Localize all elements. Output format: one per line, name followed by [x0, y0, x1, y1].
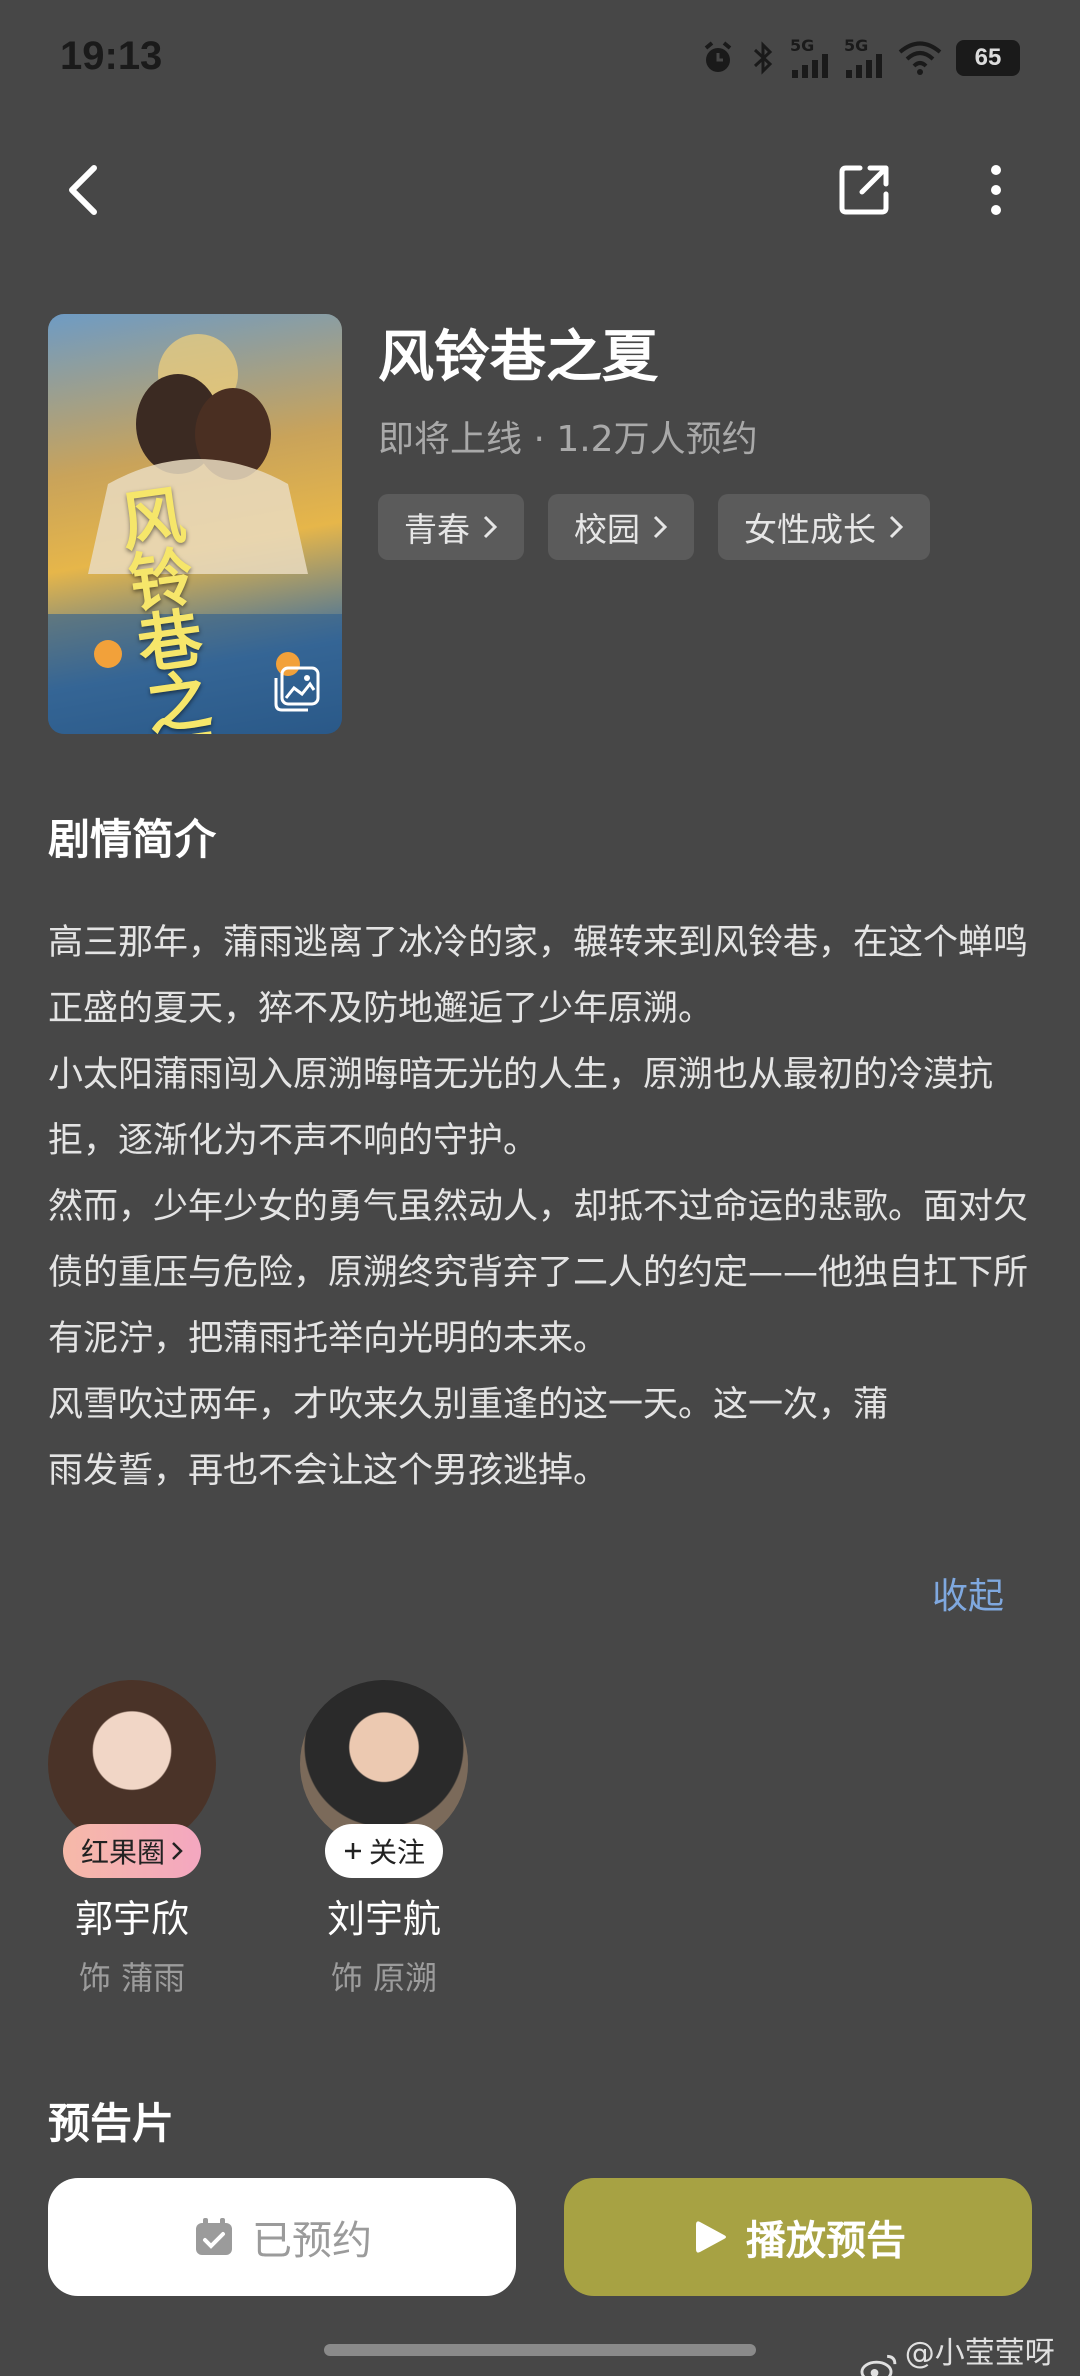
status-icons: 5G 5G 65: [700, 36, 1020, 80]
weibo-icon: [860, 2354, 897, 2376]
chevron-right-icon: [889, 515, 904, 539]
cast-name: 郭宇欣: [74, 1897, 189, 1941]
reserved-button[interactable]: 已预约: [48, 2178, 516, 2296]
follow-label: 关注: [368, 1836, 426, 1869]
more-options-button[interactable]: [956, 150, 1036, 230]
tag-campus[interactable]: 校园: [548, 494, 694, 560]
synopsis-paragraph: 高三那年，蒲雨逃离了冰冷的家，辗转来到风铃巷，在这个蝉鸣正盛的夏天，猝不及防地邂…: [48, 923, 1029, 1029]
cast-member[interactable]: 红果圈 郭宇欣 饰 蒲雨: [42, 1680, 222, 1999]
reserved-label: 已预约: [252, 2218, 372, 2264]
drama-meta: 即将上线 · 1.2万人预约: [378, 419, 758, 460]
play-trailer-button[interactable]: 播放预告: [564, 2178, 1032, 2296]
play-trailer-label: 播放预告: [746, 2218, 906, 2264]
cast-member[interactable]: 关注 刘宇航 饰 原溯: [294, 1680, 474, 1999]
synopsis-heading: 剧情简介: [48, 815, 217, 864]
tag-youth[interactable]: 青春: [378, 494, 524, 560]
cast-role: 饰 原溯: [330, 1959, 438, 1997]
bluetooth-icon: [753, 41, 773, 75]
status-bar: 19:13 5G 5G 65: [0, 0, 1080, 120]
signal-icon-1: 5G: [790, 38, 830, 78]
network-label-2: 5G: [844, 36, 869, 55]
play-icon: [696, 2221, 726, 2253]
badge-label: 红果圈: [80, 1836, 166, 1869]
chevron-right-icon: [172, 1842, 183, 1860]
synopsis-paragraph: 然而，少年少女的勇气虽然动人，却抵不过命运的悲歌。面对欠债的重压与危险，原溯终究…: [48, 1187, 1029, 1359]
synopsis-text: 高三那年，蒲雨逃离了冰冷的家，辗转来到风铃巷，在这个蝉鸣正盛的夏天，猝不及防地邂…: [48, 910, 1028, 1504]
network-label-1: 5G: [790, 36, 815, 55]
avatar[interactable]: 关注: [300, 1680, 468, 1878]
follow-button[interactable]: 关注: [324, 1824, 444, 1878]
drama-title: 风铃巷之夏: [378, 325, 658, 390]
drama-poster[interactable]: 风铃巷之夏: [48, 314, 342, 734]
hongguo-circle-badge[interactable]: 红果圈: [62, 1824, 202, 1878]
gallery-icon: [274, 666, 320, 712]
chevron-right-icon: [483, 515, 498, 539]
tag-list: 青春 校园 女性成长: [378, 494, 930, 560]
calendar-check-icon: [196, 2218, 232, 2255]
tag-label: 青春: [404, 510, 470, 549]
wifi-icon: [898, 41, 942, 75]
alarm-icon: [704, 41, 732, 72]
collapse-link[interactable]: 收起: [932, 1567, 1004, 1619]
share-button[interactable]: [824, 150, 904, 230]
battery-indicator: 65: [956, 40, 1020, 76]
synopsis-paragraph: 小太阳蒲雨闯入原溯晦暗无光的人生，原溯也从最初的冷漠抗拒，逐渐化为不声不响的守护…: [48, 1055, 994, 1161]
home-indicator[interactable]: [324, 2344, 756, 2356]
chevron-right-icon: [653, 515, 668, 539]
back-button[interactable]: [44, 150, 124, 230]
watermark-text: @小莹莹呀er: [904, 2336, 1055, 2376]
cast-role: 饰 蒲雨: [78, 1959, 186, 1997]
tag-label: 校园: [574, 510, 640, 549]
signal-icon-2: 5G: [844, 38, 884, 78]
more-vertical-icon: [991, 165, 1001, 215]
avatar[interactable]: 红果圈: [48, 1680, 216, 1878]
synopsis-paragraph: 风雪吹过两年，才吹来久别重逢的这一天。这一次，蒲雨发誓，再也不会让这个男孩逃掉。: [48, 1385, 889, 1491]
watermark: @小莹莹呀er: [860, 2328, 1080, 2376]
tag-label: 女性成长: [744, 510, 876, 549]
trailer-heading: 预告片: [48, 2099, 175, 2148]
plus-icon: [344, 1843, 361, 1859]
status-time: 19:13: [60, 34, 163, 78]
tag-female-growth[interactable]: 女性成长: [718, 494, 930, 560]
chevron-left-icon: [69, 165, 97, 215]
cast-name: 刘宇航: [326, 1897, 441, 1941]
share-icon: [839, 165, 889, 215]
